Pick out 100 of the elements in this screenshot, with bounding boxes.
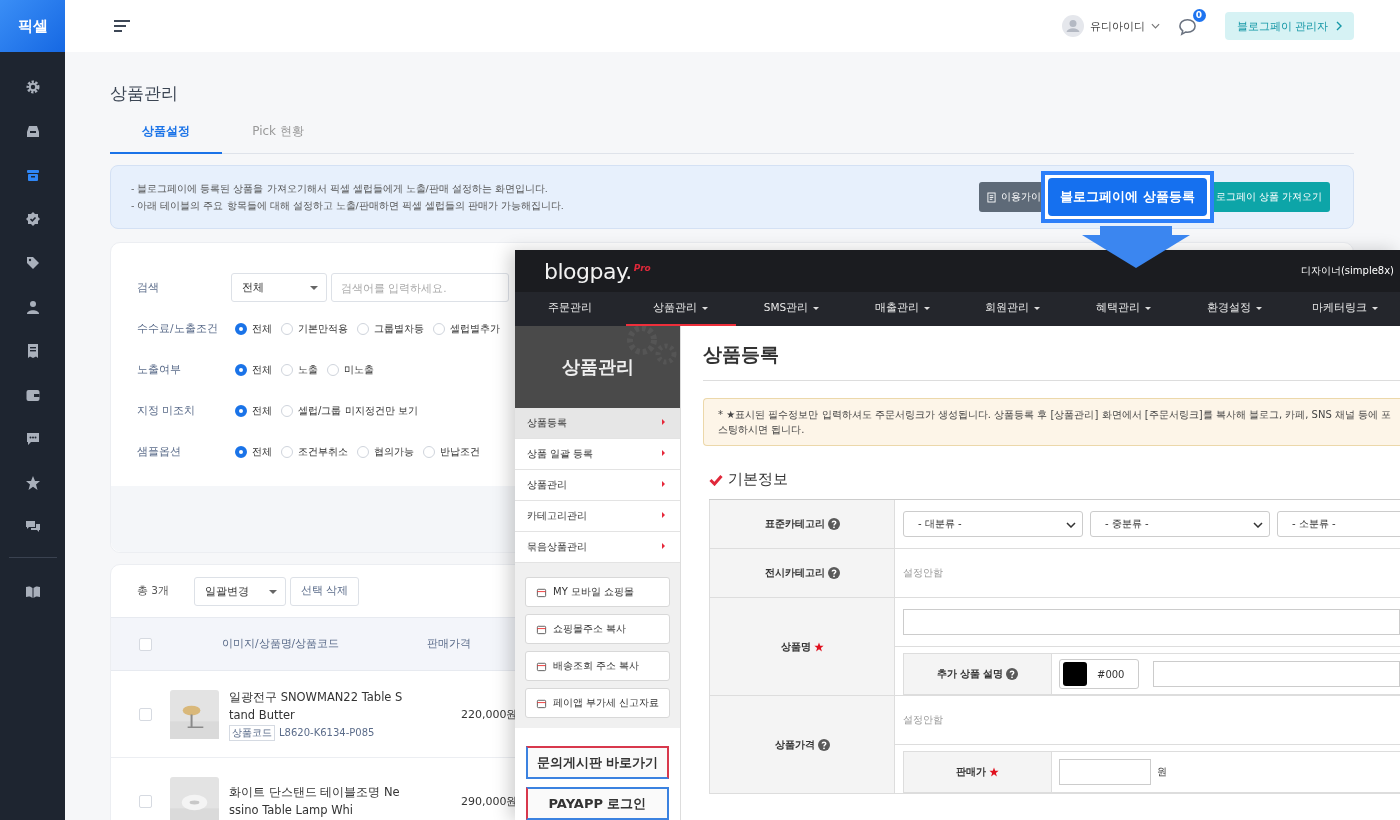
category-select[interactable]: - 대분류 - — [903, 511, 1083, 537]
required-star-icon — [989, 767, 999, 777]
radio-label[interactable]: 전체 — [252, 403, 272, 418]
help-icon[interactable] — [817, 738, 830, 751]
product-name: 일광전구 SNOWMAN22 Table Stand Butter — [229, 688, 404, 724]
field-label: 추가 상품 설명 — [936, 667, 1004, 681]
radio-label[interactable]: 전체 — [252, 444, 272, 459]
menu-icon[interactable] — [113, 19, 131, 33]
row-checkbox[interactable] — [139, 707, 152, 721]
chevron-down-icon[interactable] — [1150, 23, 1160, 29]
required-star-icon — [813, 641, 824, 652]
tab[interactable]: 상품설정 — [110, 123, 222, 154]
blogpay-logo: blogpay. — [544, 258, 632, 284]
radio-label[interactable]: 반납조건 — [440, 444, 480, 459]
radio-button[interactable] — [235, 322, 247, 335]
side-menu-item[interactable]: 상품등록 — [515, 408, 680, 439]
radio-button[interactable] — [235, 445, 247, 458]
quick-link-button[interactable]: 배송조회 주소 복사 — [525, 651, 670, 681]
nav-item[interactable]: SMS관리 — [736, 292, 847, 326]
book-icon[interactable] — [24, 584, 41, 600]
product-name-field[interactable] — [903, 609, 1400, 635]
radio-label[interactable]: 미노출 — [344, 362, 374, 377]
brand-logo[interactable]: 픽셀 — [0, 0, 65, 52]
search-field[interactable]: 검색어를 입력하세요. — [331, 273, 509, 302]
wallet-icon[interactable] — [24, 387, 41, 403]
color-picker[interactable]: #000 — [1059, 659, 1139, 689]
column-header: 판매가격 — [427, 637, 471, 651]
total-count: 총 3개 — [137, 584, 171, 598]
radio-label[interactable]: 노출 — [298, 362, 318, 377]
window-icon — [536, 586, 547, 598]
setting-note: 설정안함 — [903, 565, 943, 580]
help-icon[interactable] — [827, 567, 840, 579]
product-price: 220,000원 — [461, 706, 518, 722]
nav-item[interactable]: 주문관리 — [515, 292, 626, 326]
archive-icon[interactable] — [24, 167, 41, 183]
product-code: L8620-K6134-P085 — [279, 727, 375, 738]
user-icon[interactable] — [24, 299, 41, 315]
guide-button[interactable]: 이용가이 — [979, 182, 1042, 212]
bulk-select[interactable]: 일괄변경 — [194, 576, 286, 606]
nav-item[interactable]: 회원관리 — [957, 292, 1069, 326]
radio-button[interactable] — [235, 363, 247, 376]
info-text: - 블로그페이에 등록된 상품을 가져오기해서 픽셀 셀럽들에게 노출/판매 설정하는 화면입니다. — [131, 182, 549, 196]
field-label: 상품가격 — [774, 737, 815, 752]
row-checkbox[interactable] — [139, 794, 152, 808]
tag-icon[interactable] — [24, 255, 41, 271]
notification-count: 0 — [1192, 8, 1206, 22]
radio-label[interactable]: 전체 — [252, 321, 272, 336]
delete-button[interactable]: 선택 삭제 — [290, 576, 360, 606]
user-name[interactable]: 유디아이디 — [1089, 18, 1145, 34]
register-button[interactable]: 블로그페이에 상품등록 — [1048, 178, 1207, 216]
pro-label: Pro — [633, 263, 651, 273]
setting-note: 설정안함 — [903, 713, 943, 727]
radio-button[interactable] — [235, 404, 247, 417]
tray-icon[interactable] — [24, 123, 41, 139]
help-icon[interactable] — [827, 518, 840, 530]
description-field[interactable] — [1153, 661, 1400, 687]
star-icon[interactable] — [24, 475, 41, 491]
payapp-login-button[interactable]: PAYAPP 로그인 — [526, 787, 669, 820]
radio-label[interactable]: 그룹별차등 — [374, 321, 424, 336]
color-value: #000 — [1097, 668, 1125, 680]
filter-label: 검색 — [137, 280, 160, 295]
side-title: 상품관리 — [561, 355, 634, 379]
radio-label[interactable]: 셀럽/그룹 미지정건만 보기 — [298, 403, 418, 418]
filter-label: 샘플옵션 — [137, 444, 182, 459]
category-select[interactable]: - 소분류 - — [1277, 511, 1400, 537]
radio-label[interactable]: 셀럽별추가 — [450, 321, 500, 336]
radio-label[interactable]: 기본만적용 — [298, 321, 348, 336]
help-icon[interactable] — [1006, 668, 1019, 680]
side-menu-item[interactable]: 카테고리관리 — [515, 501, 680, 532]
board-link-button[interactable]: 문의게시판 바로가기 — [526, 746, 669, 779]
nav-item[interactable]: 혜택관리 — [1068, 292, 1179, 326]
nav-item[interactable]: 매출관리 — [846, 292, 958, 326]
gear-icon[interactable] — [24, 79, 41, 95]
scope-select[interactable]: 전체 — [231, 273, 327, 302]
side-menu-item[interactable]: 상품관리 — [515, 470, 680, 501]
quick-link-button[interactable]: 쇼핑몰주소 복사 — [525, 614, 670, 644]
badge-check-icon[interactable] — [24, 211, 41, 227]
chevron-down-icon — [1253, 522, 1263, 528]
category-select[interactable]: - 중분류 - — [1090, 511, 1270, 537]
radio-label[interactable]: 전체 — [252, 362, 272, 377]
chevron-right-icon — [1336, 21, 1342, 31]
field-label: 표준카테고리 — [764, 517, 825, 531]
nav-item[interactable]: 마케터링크 — [1289, 292, 1400, 326]
field-label: 전시카테고리 — [764, 566, 825, 580]
chat-icon[interactable] — [24, 431, 41, 447]
filter-label: 지정 미조치 — [137, 403, 197, 418]
color-swatch[interactable] — [1063, 662, 1087, 686]
side-menu-item[interactable]: 묶음상품관리 — [515, 532, 680, 563]
quick-link-button[interactable]: MY 모바일 쇼핑몰 — [525, 577, 670, 607]
quick-link-button[interactable]: 페이앱 부가세 신고자료 — [525, 688, 670, 718]
radio-label[interactable]: 조건부취소 — [298, 444, 348, 459]
select-all-checkbox[interactable] — [139, 637, 152, 651]
chevron-down-icon — [1066, 522, 1076, 528]
price-field[interactable] — [1059, 759, 1151, 785]
radio-label[interactable]: 협의가능 — [374, 444, 414, 459]
chat-bubble-icon[interactable] — [1177, 16, 1197, 36]
window-icon — [536, 660, 547, 672]
side-menu-item[interactable]: 상품 일괄 등록 — [515, 439, 680, 470]
page-title: 상품등록 — [703, 326, 1400, 381]
nav-item[interactable]: 환경설정 — [1178, 292, 1290, 326]
